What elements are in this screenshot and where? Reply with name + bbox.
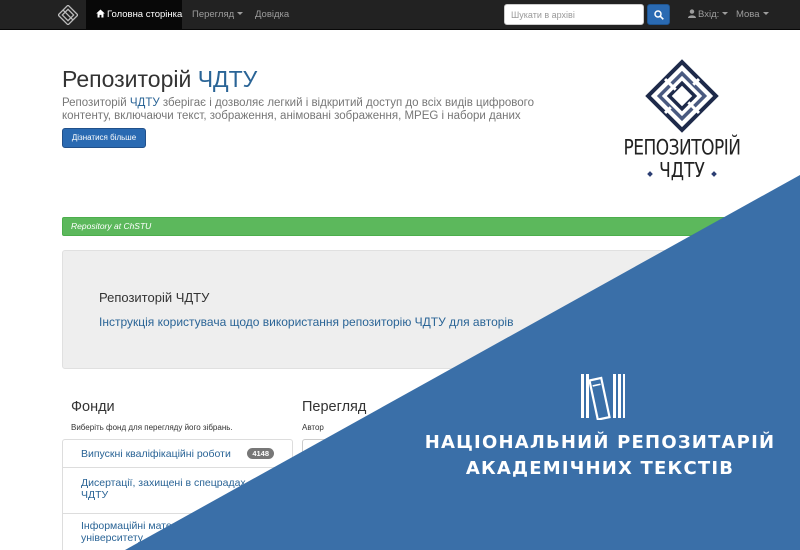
page: Головна сторінка Перегляд Довідка Вхід: … <box>0 0 800 550</box>
banner-title-line2: АКАДЕМІЧНИХ ТЕКСТІВ <box>465 458 735 479</box>
banner-title-line1: НАЦІОНАЛЬНИЙ РЕПОЗИТАРІЙ <box>424 432 776 453</box>
books-icon <box>581 374 625 420</box>
